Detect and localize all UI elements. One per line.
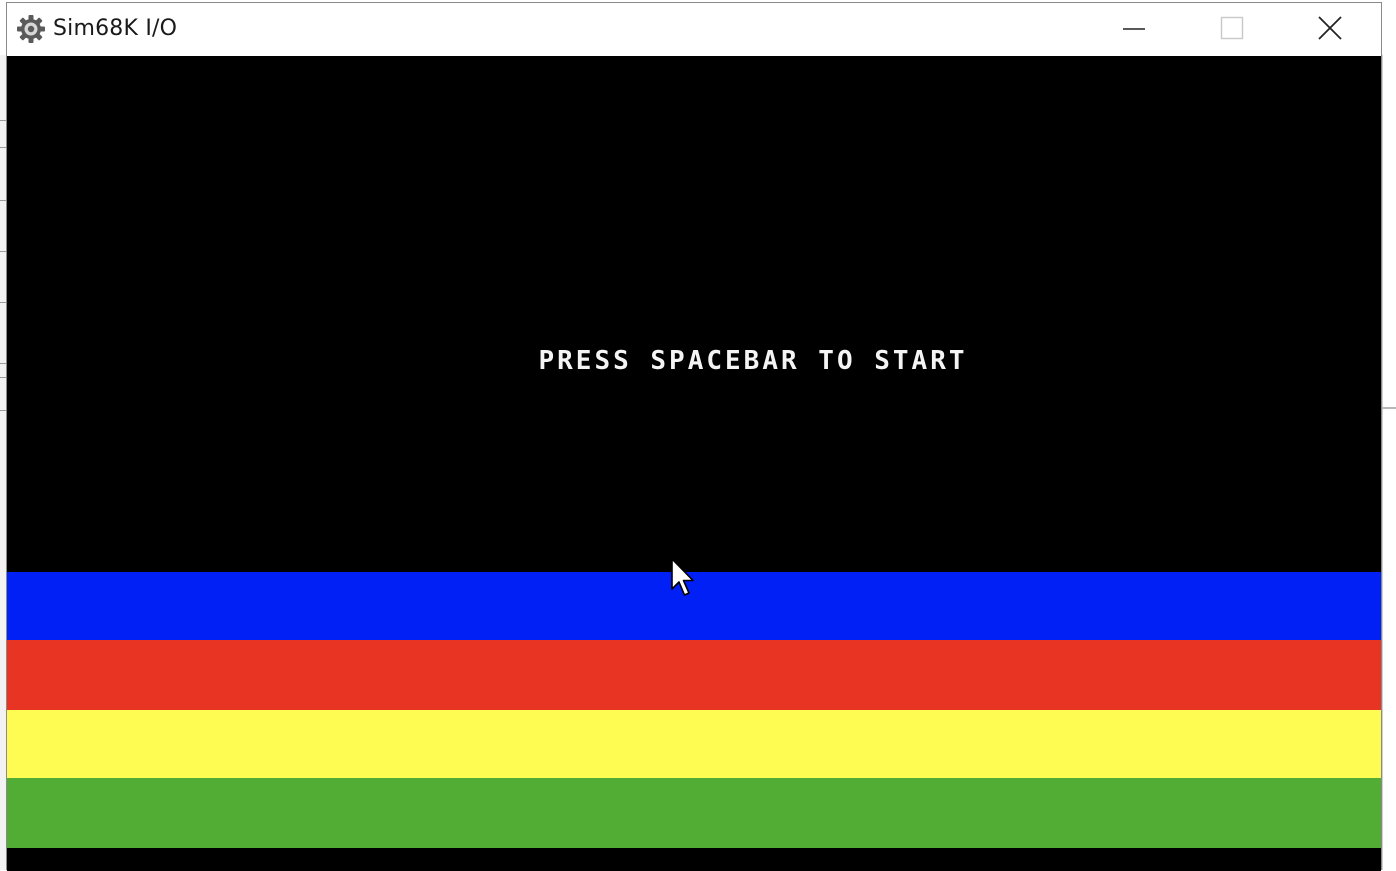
title-bar[interactable]: Sim68K I/O xyxy=(7,3,1381,56)
stripe-green xyxy=(7,778,1381,848)
close-icon xyxy=(1317,15,1343,45)
minimize-icon xyxy=(1122,16,1146,44)
maximize-button[interactable] xyxy=(1183,3,1281,56)
start-prompt: PRESS SPACEBAR TO START xyxy=(538,346,968,376)
sim68k-io-window: Sim68K I/O PRESS SPACEBAR TO START xyxy=(6,2,1382,871)
gear-icon[interactable] xyxy=(15,13,47,45)
minimize-button[interactable] xyxy=(1085,3,1183,56)
stripe-yellow xyxy=(7,710,1381,778)
window-title: Sim68K I/O xyxy=(53,16,178,41)
game-screen[interactable]: PRESS SPACEBAR TO START xyxy=(7,56,1381,871)
stripe-blue xyxy=(7,572,1381,640)
close-button[interactable] xyxy=(1281,3,1379,56)
stripe-red xyxy=(7,640,1381,710)
background-window-edge-right xyxy=(1382,55,1396,870)
maximize-icon xyxy=(1220,16,1244,44)
